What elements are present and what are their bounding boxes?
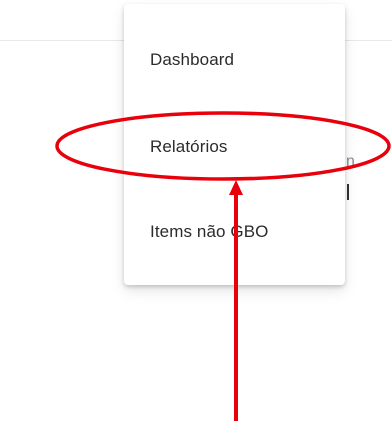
dropdown-menu: Dashboard Relatórios Items não GBO: [124, 4, 345, 285]
background-cursor-fragment: [347, 184, 349, 200]
menu-item-items-nao-gbo[interactable]: Items não GBO: [124, 204, 345, 260]
menu-item-relatorios[interactable]: Relatórios: [124, 119, 345, 175]
menu-item-dashboard[interactable]: Dashboard: [124, 32, 345, 88]
background-text-fragment: n: [346, 153, 355, 170]
screenshot-stage: n Dashboard Relatórios Items não GBO: [0, 0, 392, 425]
